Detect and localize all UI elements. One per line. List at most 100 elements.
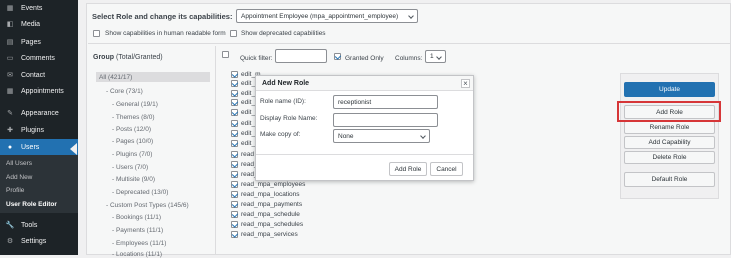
chevron-down-icon [408, 13, 414, 19]
capability-checkbox[interactable] [231, 151, 238, 158]
group-item-employees[interactable]: - Employees (11/1) [112, 240, 166, 247]
sidebar-item-appearance[interactable]: ✎ Appearance [0, 105, 78, 121]
sidebar-item-contact[interactable]: ✉ Contact [0, 67, 78, 83]
capability-checkbox[interactable] [231, 90, 238, 97]
add-capability-button[interactable]: Add Capability [624, 136, 715, 149]
role-select-heading: Select Role and change its capabilities: [92, 12, 233, 21]
pages-icon: ▤ [6, 39, 14, 46]
sidebar-item-label: Appointments [21, 87, 64, 95]
submenu-add-new[interactable]: Add New [6, 174, 32, 181]
group-item-payments[interactable]: - Payments (11/1) [112, 227, 163, 234]
active-menu-arrow [70, 143, 77, 155]
capability-item[interactable]: read_mpa_schedule [231, 211, 300, 218]
dialog-footer-divider [256, 154, 473, 155]
sidebar-item-media[interactable]: ◧ Media [0, 16, 78, 32]
capability-item[interactable]: read_mpa_employees [231, 181, 305, 188]
admin-sidebar: ▦ Events ◧ Media ▤ Pages ▭ Comments ✉ Contact… [0, 0, 78, 255]
appointments-icon: ▦ [6, 88, 14, 95]
capability-checkbox[interactable] [231, 99, 238, 106]
users-submenu: All Users Add New Profile User Role Edit… [0, 155, 78, 213]
deprecated-checkbox[interactable] [230, 30, 237, 37]
submenu-profile[interactable]: Profile [6, 187, 24, 194]
granted-only-label: Granted Only [345, 55, 384, 62]
capability-item[interactable]: read_mpa_locations [231, 191, 300, 198]
columns-select[interactable]: 1 [425, 50, 446, 63]
quick-filter-label: Quick filter: [240, 55, 273, 62]
sidebar-item-appointments[interactable]: ▦ Appointments [0, 83, 78, 99]
group-item-users[interactable]: - Users (7/0) [112, 164, 148, 171]
rename-role-button[interactable]: Rename Role [624, 121, 715, 134]
sidebar-item-comments[interactable]: ▭ Comments [0, 50, 78, 66]
role-name-input[interactable]: receptionist [333, 95, 438, 109]
deprecated-label: Show deprecated capabilities [241, 30, 326, 37]
group-item-pages[interactable]: - Pages (10/0) [112, 138, 153, 145]
contact-icon: ✉ [7, 72, 13, 79]
tools-icon: 🔧 [5, 222, 15, 229]
role-select[interactable]: Appointment Employee (mpa_appointment_em… [236, 9, 418, 23]
capability-item[interactable]: read_mpa_schedules [231, 221, 303, 228]
capability-checkbox[interactable] [231, 181, 238, 188]
divider [88, 43, 731, 44]
dialog-title: Add New Role [262, 80, 310, 87]
select-all-checkbox[interactable] [222, 51, 229, 58]
group-item-core[interactable]: - Core (73/1) [106, 88, 143, 95]
sidebar-item-settings[interactable]: ⚙ Settings [0, 233, 78, 249]
sidebar-item-label: Users [21, 143, 40, 151]
group-item-deprecated[interactable]: - Deprecated (13/0) [112, 189, 168, 196]
make-copy-value: None [338, 132, 354, 140]
sidebar-item-label: Media [21, 20, 41, 28]
capability-checkbox[interactable] [231, 161, 238, 168]
group-item-multisite[interactable]: - Multisite (9/0) [112, 176, 155, 183]
granted-only-checkbox[interactable] [334, 53, 341, 60]
capability-checkbox[interactable] [231, 211, 238, 218]
capability-checkbox[interactable] [231, 130, 238, 137]
delete-role-button[interactable]: Delete Role [624, 151, 715, 164]
sidebar-item-events[interactable]: ▦ Events [0, 0, 78, 16]
group-item-plugins[interactable]: - Plugins (7/0) [112, 151, 152, 158]
capability-checkbox[interactable] [231, 120, 238, 127]
sidebar-item-label: Pages [21, 38, 41, 46]
calendar-icon: ▦ [6, 5, 14, 12]
default-role-button[interactable]: Default Role [624, 172, 715, 187]
group-item-custom-post-types[interactable]: - Custom Post Types (145/6) [106, 202, 189, 209]
column-divider [215, 46, 216, 255]
capability-checkbox[interactable] [231, 231, 238, 238]
sidebar-item-pages[interactable]: ▤ Pages [0, 34, 78, 50]
quick-filter-input[interactable] [275, 49, 327, 63]
sidebar-item-plugins[interactable]: ✚ Plugins [0, 122, 78, 138]
submenu-all-users[interactable]: All Users [6, 160, 32, 167]
dialog-cancel-button[interactable]: Cancel [430, 162, 463, 176]
capability-checkbox[interactable] [231, 109, 238, 116]
columns-label: Columns: [395, 55, 423, 62]
capability-checkbox[interactable] [231, 80, 238, 87]
dialog-add-role-button[interactable]: Add Role [389, 162, 427, 176]
capability-checkbox[interactable] [231, 71, 238, 78]
close-icon[interactable]: × [461, 79, 470, 88]
capability-checkbox[interactable] [231, 201, 238, 208]
group-item-themes[interactable]: - Themes (8/0) [112, 114, 155, 121]
capability-item[interactable]: read_mpa_services [231, 231, 298, 238]
sidebar-item-users[interactable]: ● Users [0, 139, 78, 155]
group-item-bookings[interactable]: - Bookings (11/1) [112, 214, 161, 221]
sidebar-item-tools[interactable]: 🔧 Tools [0, 217, 78, 233]
plugins-icon: ✚ [7, 127, 13, 134]
human-readable-checkbox[interactable] [93, 30, 100, 37]
capability-item[interactable]: read [231, 151, 254, 158]
sidebar-item-label: Settings [21, 237, 47, 245]
capability-checkbox[interactable] [231, 221, 238, 228]
submenu-user-role-editor[interactable]: User Role Editor [6, 201, 57, 208]
add-role-highlight [617, 101, 721, 122]
group-item-general[interactable]: - General (19/1) [112, 101, 158, 108]
display-role-name-input[interactable] [333, 113, 438, 127]
capability-checkbox[interactable] [231, 191, 238, 198]
update-button[interactable]: Update [624, 82, 715, 97]
capability-checkbox[interactable] [231, 140, 238, 147]
capability-item[interactable]: read_mpa_payments [231, 201, 302, 208]
users-icon: ● [7, 143, 13, 151]
group-item-posts[interactable]: - Posts (12/0) [112, 126, 151, 133]
group-item-all[interactable]: All (421/17) [99, 74, 132, 81]
capability-checkbox[interactable] [231, 171, 238, 178]
make-copy-select[interactable]: None [333, 129, 430, 143]
sidebar-item-label: Contact [21, 71, 46, 79]
chevron-down-icon [420, 133, 426, 139]
